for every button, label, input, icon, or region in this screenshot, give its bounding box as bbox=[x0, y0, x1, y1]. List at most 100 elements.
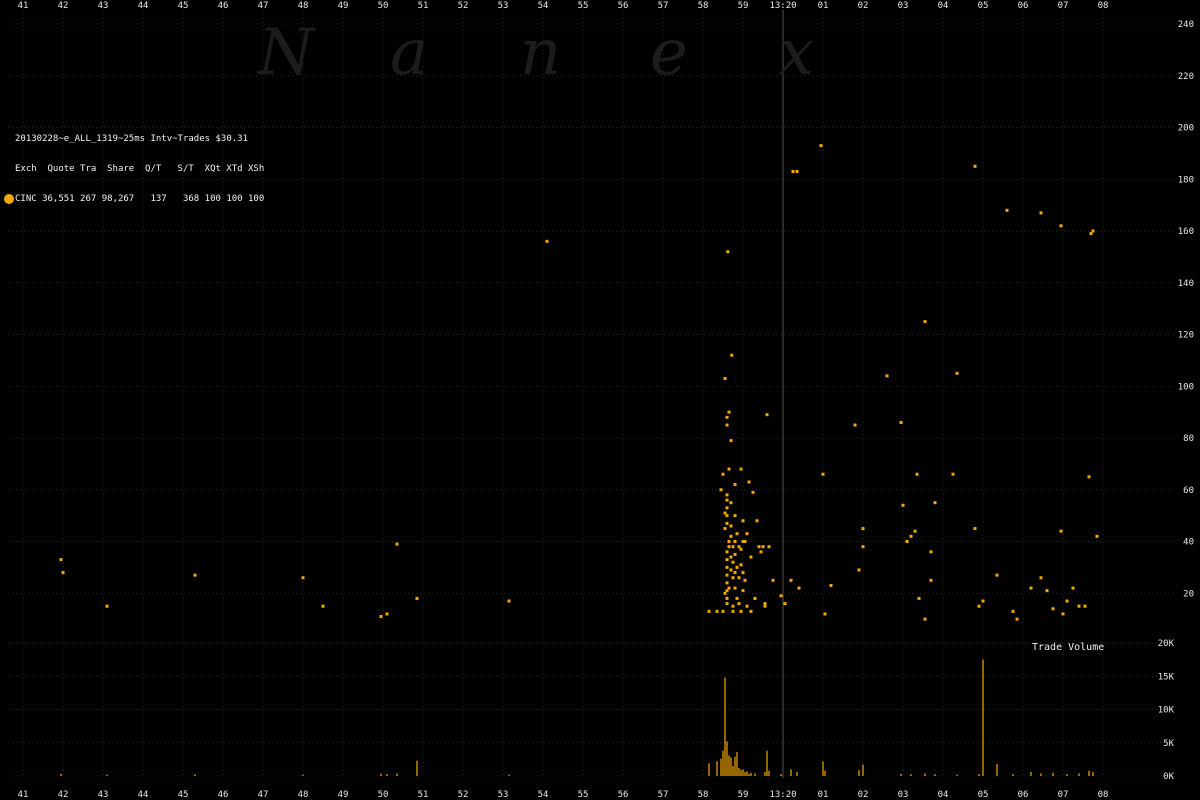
trade-point bbox=[545, 239, 549, 243]
trade-point bbox=[905, 540, 909, 543]
info-title-line: 20130228~e_ALL_1319~25ms Intv~Trades $30… bbox=[15, 134, 248, 144]
volume-bar bbox=[744, 772, 746, 776]
trade-point bbox=[731, 604, 735, 608]
trade-point bbox=[995, 573, 999, 577]
trade-point bbox=[981, 599, 985, 603]
x-tick-label-bottom: 48 bbox=[298, 790, 309, 800]
volume-bar bbox=[728, 755, 730, 776]
volume-bar bbox=[742, 769, 744, 776]
volume-bar bbox=[386, 774, 388, 776]
x-tick-label-top: 59 bbox=[738, 1, 749, 11]
trade-point bbox=[727, 540, 731, 543]
volume-bar bbox=[956, 774, 958, 776]
trade-point bbox=[723, 591, 727, 595]
trade-point bbox=[725, 493, 729, 497]
volume-bar bbox=[740, 770, 742, 776]
trade-point bbox=[1011, 609, 1015, 613]
volume-bar bbox=[822, 761, 824, 776]
trade-point bbox=[861, 527, 865, 531]
trade-point bbox=[725, 596, 729, 600]
trade-point bbox=[739, 547, 743, 551]
trade-point bbox=[721, 609, 725, 613]
volume-bar bbox=[1052, 772, 1054, 776]
trade-point bbox=[725, 565, 729, 569]
trade-point bbox=[719, 488, 723, 492]
trade-point bbox=[899, 420, 903, 424]
x-tick-label-bottom: 01 bbox=[818, 790, 829, 800]
x-tick-label-top: 05 bbox=[978, 1, 989, 11]
volume-bar bbox=[768, 770, 770, 776]
volume-bar bbox=[764, 772, 766, 776]
y-tick-label: 20 bbox=[1183, 589, 1194, 599]
volume-bar bbox=[1066, 774, 1068, 776]
trade-point bbox=[861, 545, 865, 549]
volume-bar bbox=[1078, 773, 1080, 776]
trade-point bbox=[1071, 586, 1075, 590]
trade-point bbox=[739, 563, 743, 567]
symbol-info-panel: 20130228~e_ALL_1319~25ms Intv~Trades $30… bbox=[4, 114, 264, 214]
trade-point bbox=[751, 490, 755, 494]
volume-bar bbox=[934, 774, 936, 776]
x-tick-label-bottom: 55 bbox=[578, 790, 589, 800]
x-tick-label-bottom: 46 bbox=[218, 790, 229, 800]
volume-bar bbox=[708, 763, 710, 776]
trade-point bbox=[885, 374, 889, 378]
trade-point bbox=[797, 586, 801, 590]
trade-point bbox=[743, 540, 747, 543]
trade-point bbox=[1051, 607, 1055, 611]
x-tick-label-bottom: 13:20 bbox=[769, 790, 796, 800]
x-tick-label-bottom: 02 bbox=[858, 790, 869, 800]
trade-point bbox=[929, 550, 933, 554]
trade-point bbox=[759, 550, 763, 554]
trade-point bbox=[749, 609, 753, 613]
volume-bar bbox=[722, 750, 724, 776]
trade-point bbox=[765, 413, 769, 417]
trade-point bbox=[729, 501, 733, 505]
trade-point bbox=[791, 169, 795, 173]
trade-point bbox=[783, 602, 787, 606]
x-tick-label-bottom: 05 bbox=[978, 790, 989, 800]
y-tick-label: 220 bbox=[1178, 72, 1194, 82]
trade-point bbox=[737, 576, 741, 580]
trade-point bbox=[1045, 589, 1049, 593]
y-tick-label: 40 bbox=[1183, 538, 1194, 548]
x-tick-label-top: 54 bbox=[538, 1, 549, 11]
volume-tick-label: 5K bbox=[1163, 739, 1174, 749]
trade-point bbox=[829, 583, 833, 587]
trade-point bbox=[1061, 612, 1065, 616]
trade-point bbox=[733, 514, 737, 518]
trade-point bbox=[726, 250, 730, 254]
trade-point bbox=[909, 534, 913, 538]
volume-bar bbox=[1030, 772, 1032, 776]
trade-point bbox=[1039, 211, 1043, 215]
symbol-dot-icon bbox=[4, 194, 14, 204]
y-tick-label: 100 bbox=[1178, 382, 1194, 392]
trade-point bbox=[725, 589, 729, 593]
trade-point bbox=[729, 555, 733, 559]
volume-bars bbox=[60, 659, 1094, 776]
trade-point bbox=[735, 532, 739, 536]
trade-point bbox=[59, 558, 63, 562]
volume-bar bbox=[1040, 773, 1042, 776]
volume-bar bbox=[924, 773, 926, 776]
volume-bar bbox=[1012, 774, 1014, 776]
trade-point bbox=[763, 604, 767, 608]
volume-tick-label: 0K bbox=[1163, 772, 1174, 782]
x-tick-label-top: 51 bbox=[418, 1, 429, 11]
x-tick-label-top: 43 bbox=[98, 1, 109, 11]
trade-point bbox=[819, 144, 823, 148]
trade-point bbox=[379, 615, 383, 619]
trade-point bbox=[727, 467, 731, 471]
trade-point bbox=[725, 521, 729, 525]
trade-point bbox=[715, 609, 719, 613]
trade-point bbox=[757, 545, 761, 549]
x-tick-label-top: 41 bbox=[18, 1, 29, 11]
trade-point bbox=[923, 320, 927, 324]
volume-bar bbox=[732, 766, 734, 776]
x-tick-label-top: 42 bbox=[58, 1, 69, 11]
trade-point bbox=[721, 472, 725, 476]
trade-point bbox=[951, 472, 955, 476]
trade-point bbox=[727, 545, 731, 549]
trade-point bbox=[795, 169, 799, 173]
y-tick-label: 60 bbox=[1183, 486, 1194, 496]
